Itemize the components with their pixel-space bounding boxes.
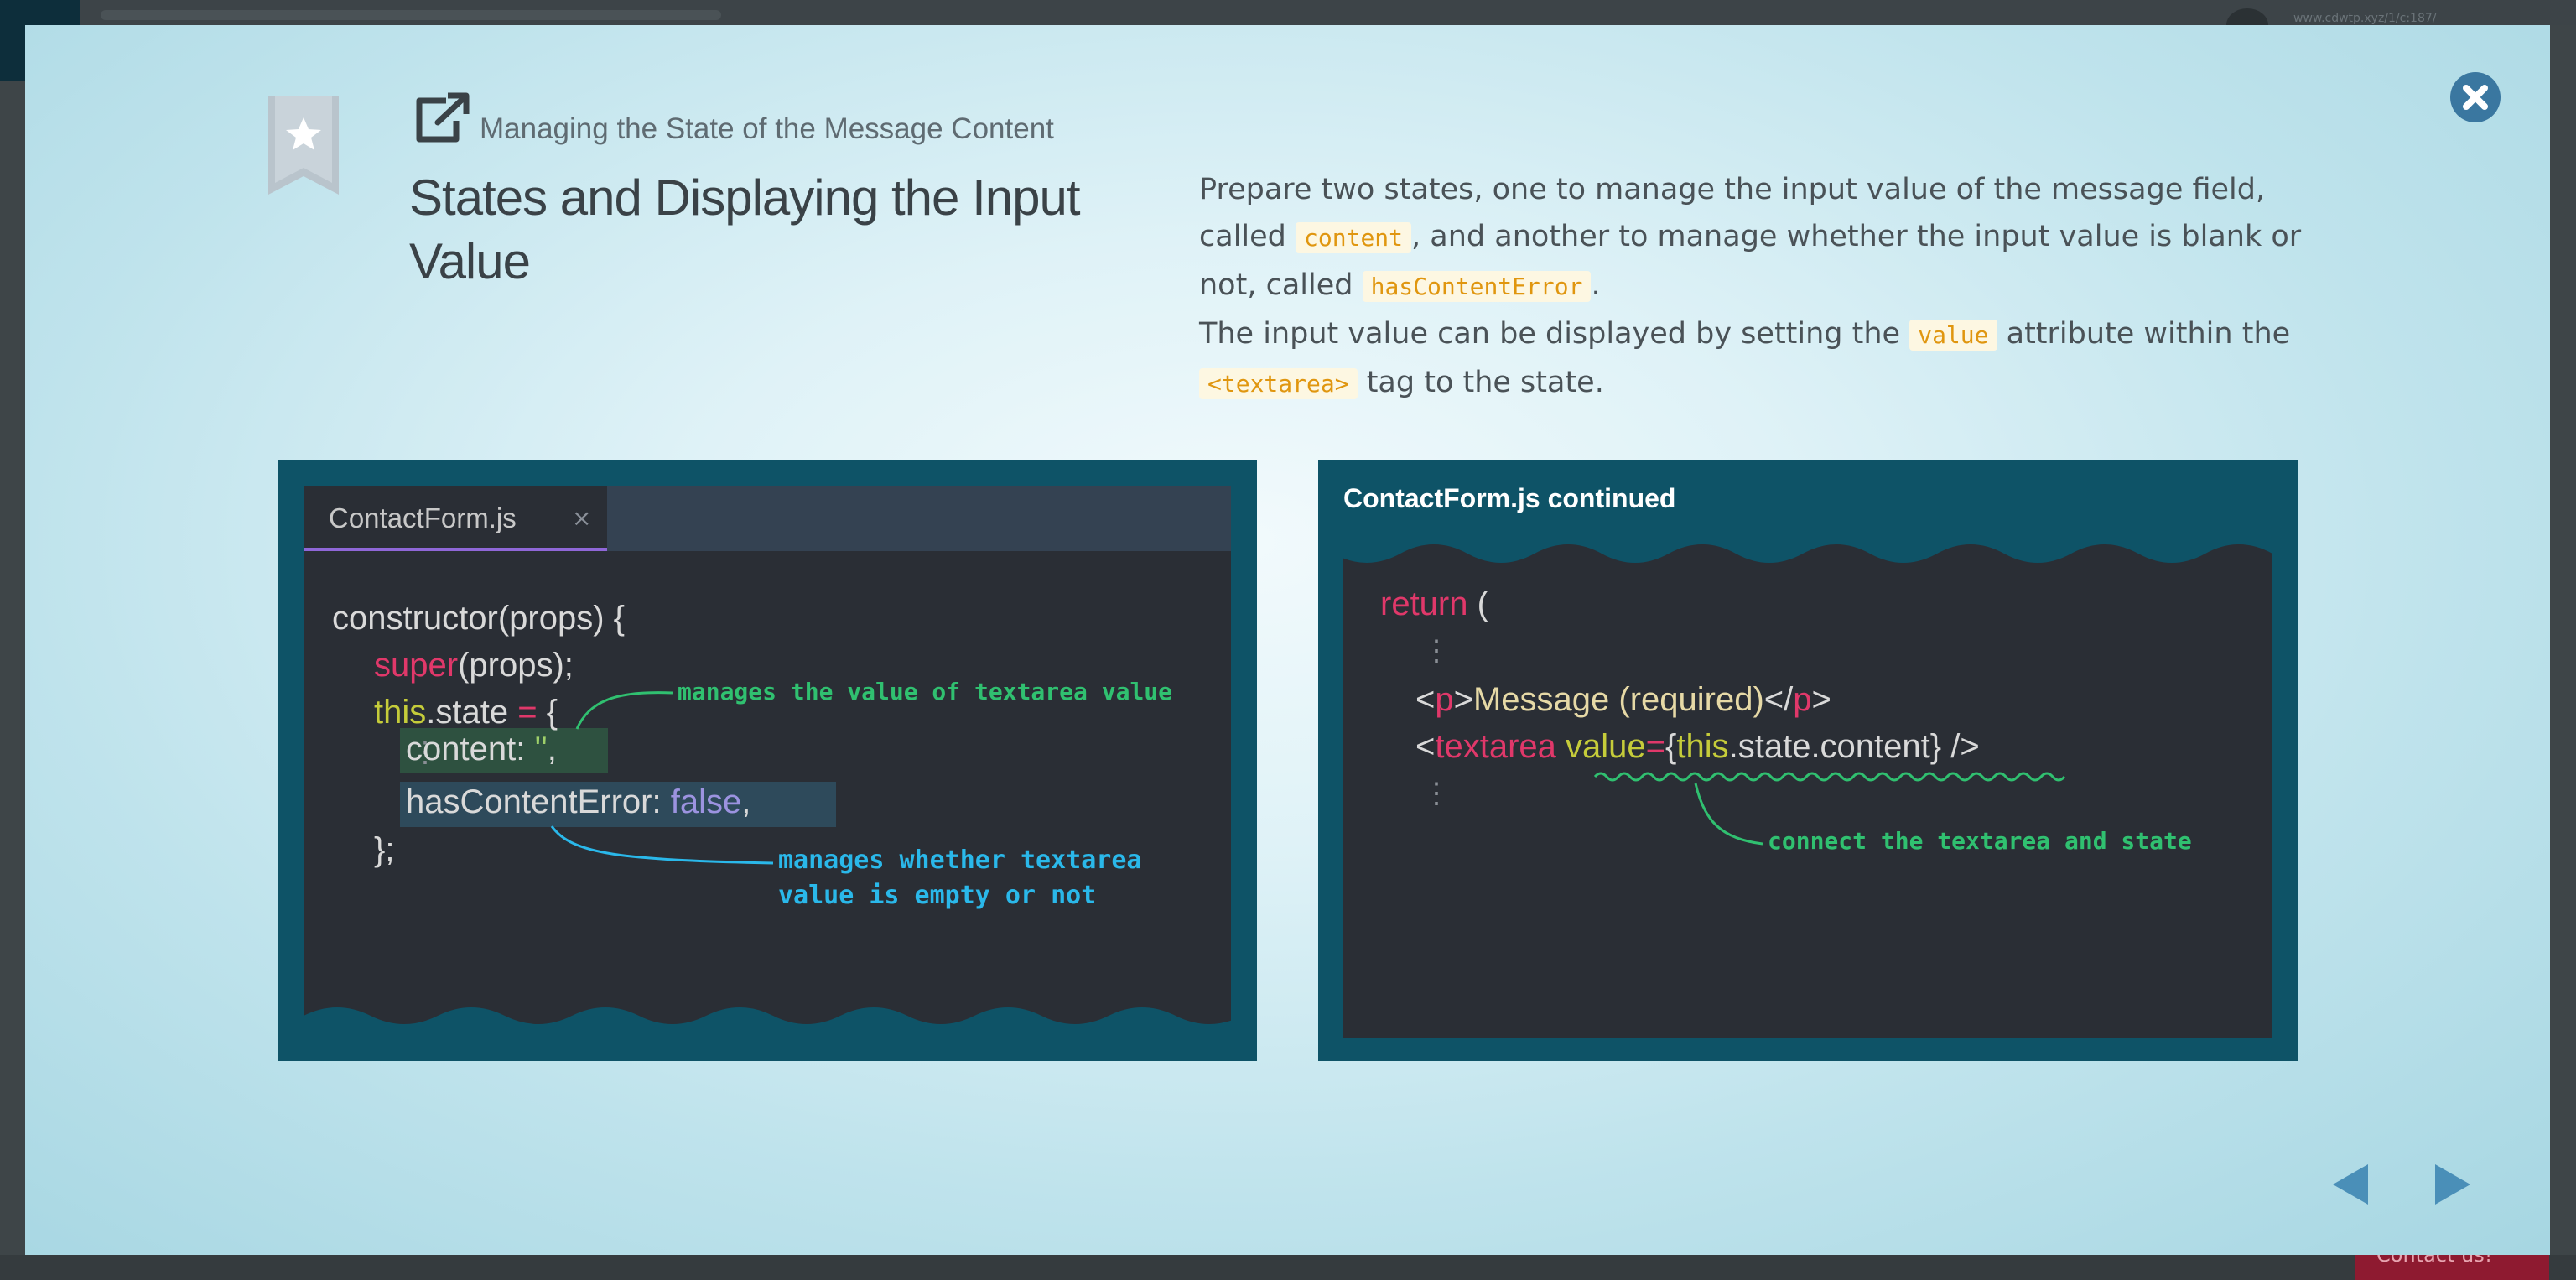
code-panel-right: ContactForm.js continued return ( ⋮ <p>M… <box>1318 460 2298 1061</box>
annotation-connect-state: connect the textarea and state <box>1768 827 2192 855</box>
description-paragraph-2: The input value can be displayed by sett… <box>1199 317 2291 399</box>
background-url-text: www.cdwtp.xyz/1/c:187/ <box>2293 12 2437 25</box>
page-title: States and Displaying the Input Value <box>409 169 1081 289</box>
code-panel-left: ContactForm.js × constructor(props) { su… <box>278 460 1257 1061</box>
inline-code: hasContentError <box>1362 271 1592 302</box>
previous-slide-button[interactable] <box>2328 1159 2375 1210</box>
background-progress-bar <box>101 10 721 20</box>
next-slide-button[interactable] <box>2428 1159 2475 1210</box>
bookmark-icon[interactable] <box>268 96 339 195</box>
lesson-description: Prepare two states, one to manage the in… <box>1199 166 2323 408</box>
description-paragraph-1: Prepare two states, one to manage the in… <box>1199 173 2302 302</box>
wave-divider <box>304 1007 1231 1039</box>
lesson-modal: Managing the State of the Message Conten… <box>25 25 2550 1255</box>
panel-title: ContactForm.js continued <box>1343 483 1676 513</box>
annotation-has-content-error-1: manages whether textarea <box>778 846 1142 875</box>
annotation-connectors <box>1593 772 2066 846</box>
arrow-right-icon <box>2435 1164 2470 1205</box>
annotation-content: manages the value of textarea value <box>678 678 1173 705</box>
code-editor: return ( ⋮ <p>Message (required)</p> <te… <box>1343 535 2272 1038</box>
annotation-connectors <box>550 691 774 865</box>
inline-code: value <box>1909 320 1997 351</box>
close-modal-button[interactable] <box>2450 72 2501 122</box>
external-link-icon[interactable] <box>413 92 470 146</box>
code-editor: ContactForm.js × constructor(props) { su… <box>304 486 1231 1039</box>
arrow-left-icon <box>2333 1164 2368 1205</box>
close-icon <box>2463 85 2488 110</box>
annotation-has-content-error-2: value is empty or not <box>778 881 1097 910</box>
background-page-footer <box>0 1255 2576 1280</box>
inline-code: <textarea> <box>1199 368 1358 399</box>
chapter-title: Managing the State of the Message Conten… <box>480 112 1054 145</box>
inline-code: content <box>1296 222 1412 253</box>
